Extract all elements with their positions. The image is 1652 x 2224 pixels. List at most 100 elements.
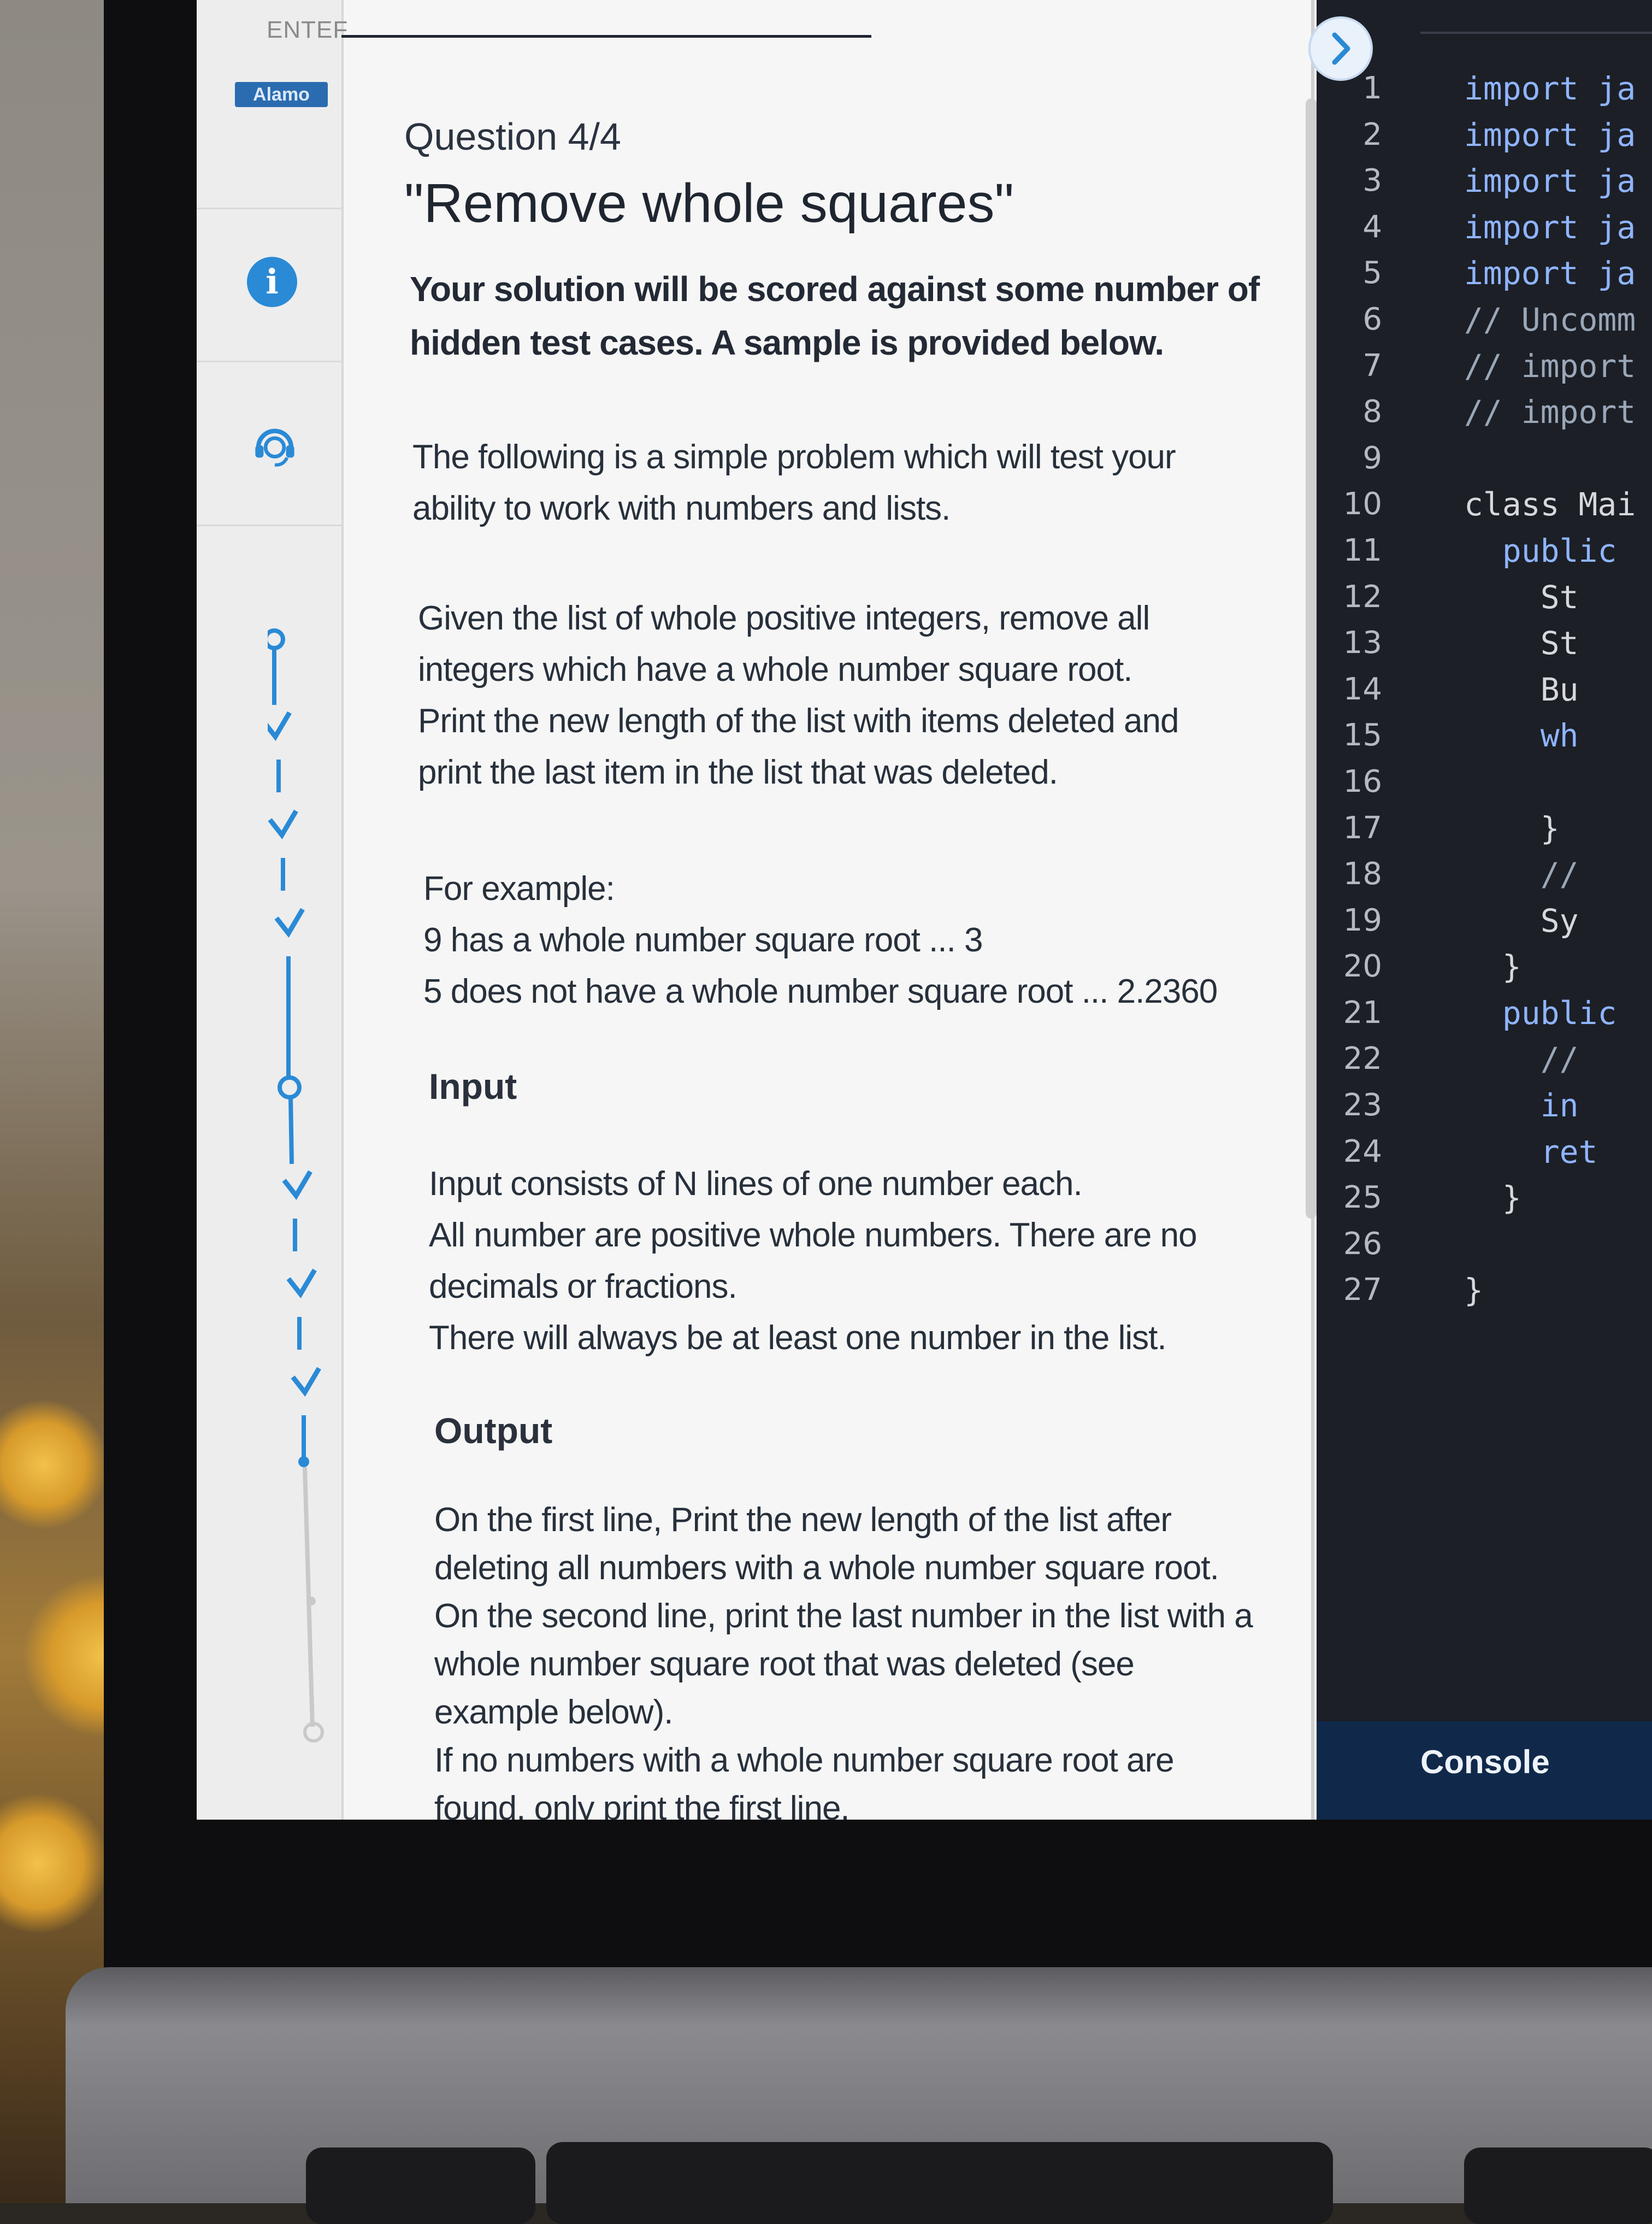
code-line[interactable]: import ja <box>1464 66 1652 112</box>
code-line[interactable]: import ja <box>1464 112 1652 158</box>
sidebar-divider <box>197 208 341 209</box>
code-line[interactable]: public <box>1464 990 1652 1037</box>
line-number: 23 <box>1343 1087 1382 1123</box>
code-line[interactable]: in <box>1464 1082 1652 1129</box>
code-text: class Mai <box>1464 486 1636 523</box>
keyboard-key <box>306 2147 535 2224</box>
code-line[interactable]: ret <box>1464 1129 1652 1175</box>
keyboard-key <box>1464 2147 1652 2224</box>
text-line: Given the list of whole positive integer… <box>418 599 1150 637</box>
code-line[interactable]: wh <box>1464 713 1652 759</box>
code-line[interactable]: Sy <box>1464 898 1652 944</box>
code-line[interactable]: public <box>1464 528 1652 574</box>
line-number: 19 <box>1343 902 1382 938</box>
info-icon[interactable]: i <box>247 257 297 307</box>
code-line[interactable]: // <box>1464 1036 1652 1082</box>
text-line: ability to work with numbers and lists. <box>412 490 951 527</box>
text-line: 5 does not have a whole number square ro… <box>423 973 1218 1010</box>
code-line[interactable]: St <box>1464 574 1652 621</box>
code-line[interactable]: } <box>1464 1267 1652 1314</box>
line-number: 5 <box>1362 255 1382 291</box>
text-line: The following is a simple problem which … <box>412 438 1176 476</box>
line-number: 26 <box>1343 1226 1382 1262</box>
brand-badge: Alamo <box>235 82 328 107</box>
code-line[interactable]: Bu <box>1464 667 1652 713</box>
code-text: import ja <box>1464 208 1636 246</box>
code-text: // <box>1540 856 1579 893</box>
code-line[interactable] <box>1464 759 1652 805</box>
text-line: Your solution will be scored against som… <box>410 269 1260 309</box>
line-number: 11 <box>1343 532 1382 568</box>
code-line[interactable]: // Uncomm <box>1464 297 1652 343</box>
line-number: 17 <box>1343 810 1382 846</box>
code-line[interactable]: class Mai <box>1464 481 1652 528</box>
code-line[interactable] <box>1464 436 1652 482</box>
code-text: in <box>1540 1087 1579 1125</box>
line-number: 10 <box>1343 486 1382 522</box>
question-progress-tracker <box>268 628 324 1743</box>
line-number: 4 <box>1362 209 1382 245</box>
code-text: St <box>1540 625 1579 662</box>
code-text: import ja <box>1464 116 1636 154</box>
line-number: 9 <box>1362 440 1382 476</box>
text-line: deleting all numbers with a whole number… <box>434 1549 1219 1587</box>
text-line: For example: <box>423 870 615 908</box>
text-line: On the second line, print the last numbe… <box>434 1597 1253 1635</box>
progress-node-open <box>268 628 285 650</box>
chevron-right-icon <box>1332 32 1350 65</box>
code-line[interactable]: // import <box>1464 343 1652 390</box>
output-paragraph: On the first line, Print the new length … <box>434 1496 1276 1820</box>
code-line[interactable]: // import <box>1464 389 1652 436</box>
code-line[interactable]: // <box>1464 851 1652 898</box>
code-text: import ja <box>1464 70 1636 107</box>
progress-node-future <box>307 1597 316 1605</box>
console-bar[interactable]: Console <box>1317 1721 1652 1820</box>
line-number: 22 <box>1343 1041 1382 1077</box>
line-number: 2 <box>1362 116 1382 152</box>
code-area[interactable]: import ja import ja import ja import ja impo… <box>1464 66 1652 1314</box>
text-line: integers which have a whole number squar… <box>418 651 1132 689</box>
line-number: 7 <box>1362 348 1382 384</box>
expand-panel-button[interactable] <box>1308 16 1373 81</box>
code-line[interactable]: import ja <box>1464 204 1652 251</box>
code-editor[interactable]: 1 2 3 4 5 6 7 8 9 10 11 12 13 14 15 16 17 18 19 20 21 22 23 24 2… <box>1317 0 1652 1820</box>
text-line: 9 has a whole number square root ... 3 <box>423 921 983 959</box>
brand-name: ENTEF <box>267 16 349 43</box>
line-number: 6 <box>1362 301 1382 337</box>
line-number: 13 <box>1343 625 1382 661</box>
line-number: 24 <box>1343 1133 1382 1169</box>
code-text: St <box>1540 578 1579 616</box>
intro-paragraph: The following is a simple problem which … <box>412 432 1254 534</box>
check-icon <box>268 711 292 741</box>
line-number: 3 <box>1362 163 1382 199</box>
code-line[interactable]: } <box>1464 1175 1652 1221</box>
code-text: import ja <box>1464 255 1636 292</box>
code-line[interactable]: import ja <box>1464 158 1652 204</box>
sidebar-divider <box>197 361 341 362</box>
code-line[interactable]: import ja <box>1464 250 1652 297</box>
sidebar: ENTEF Alamo i <box>197 0 347 1820</box>
scoring-notice: Your solution will be scored against som… <box>410 262 1262 369</box>
code-text: wh <box>1540 717 1579 755</box>
question-scrollbar[interactable] <box>1306 98 1317 1219</box>
support-agent-icon[interactable] <box>250 421 299 470</box>
text-line: Print the new length of the list with it… <box>418 702 1179 740</box>
code-line[interactable]: St <box>1464 620 1652 667</box>
check-icon <box>274 908 305 938</box>
code-line[interactable]: } <box>1464 944 1652 990</box>
code-text: // import <box>1464 393 1636 431</box>
line-number: 14 <box>1343 671 1382 707</box>
code-line[interactable] <box>1464 1221 1652 1268</box>
question-number: Question 4/4 <box>404 115 621 158</box>
code-indent: } <box>1464 1272 1483 1309</box>
code-line[interactable]: } <box>1464 805 1652 852</box>
input-heading: Input <box>429 1066 517 1107</box>
check-icon <box>282 1170 312 1200</box>
